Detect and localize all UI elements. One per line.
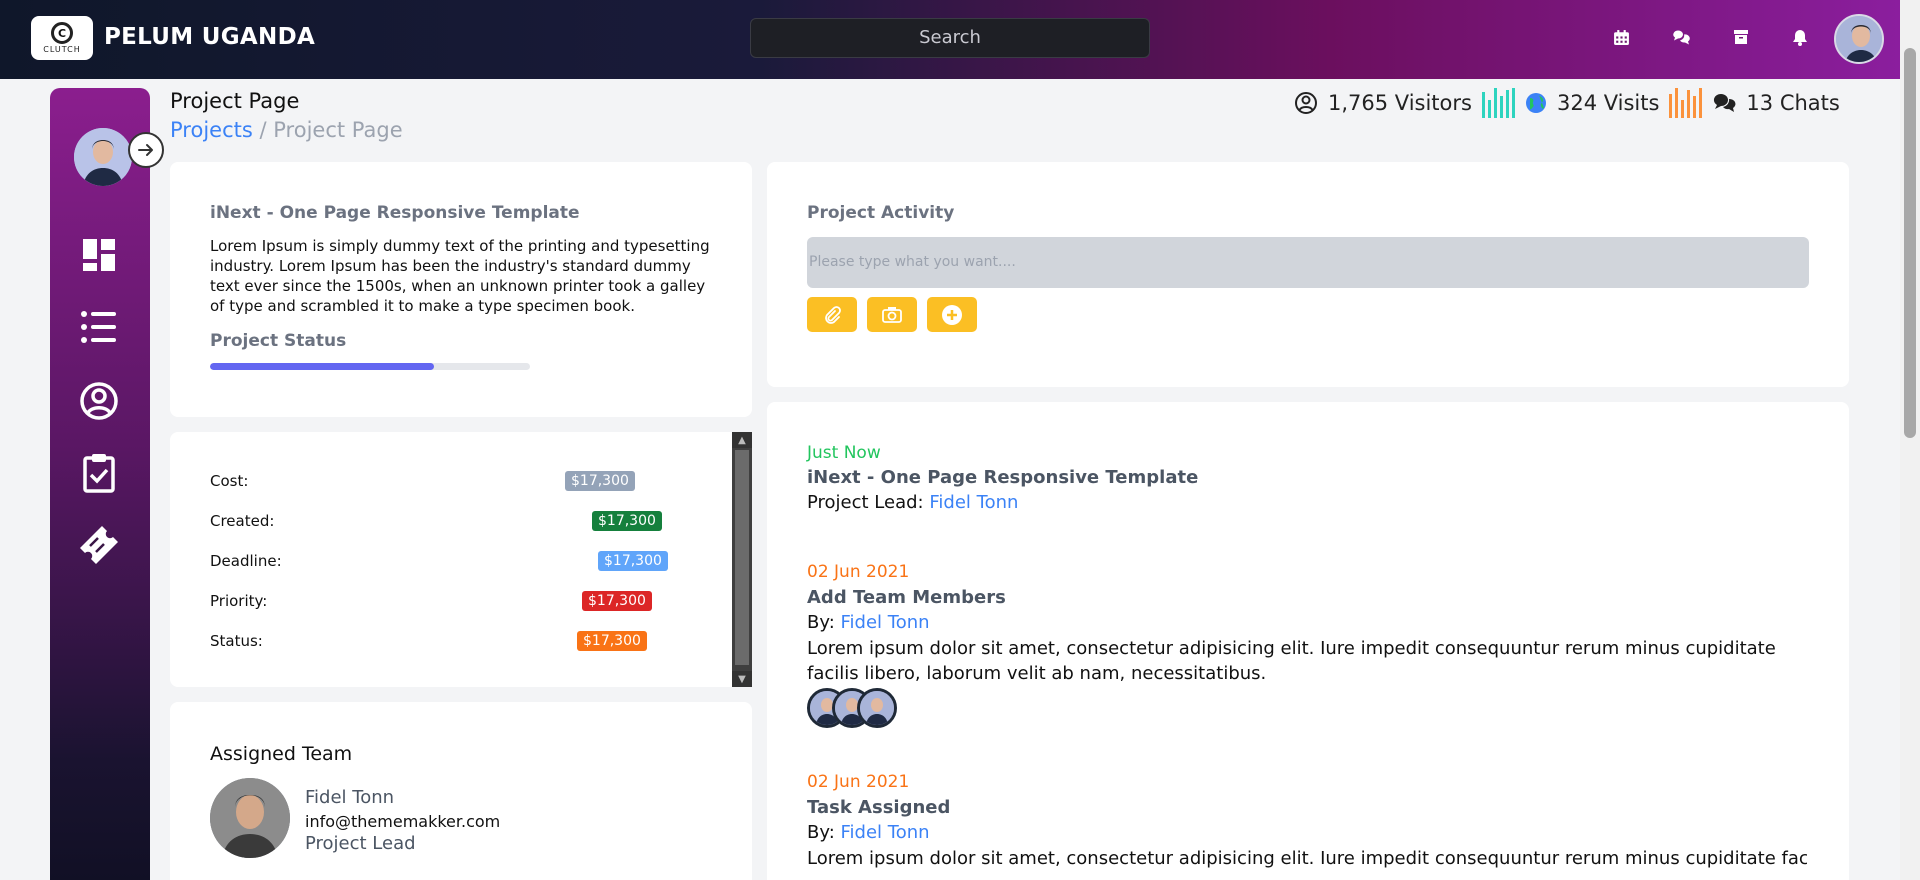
chat-icon: [1714, 93, 1736, 112]
breadcrumb-link-projects[interactable]: Projects: [170, 118, 253, 142]
project-status-progress-fill: [210, 363, 434, 370]
timeline-date: 02 Jun 2021: [807, 562, 910, 582]
scroll-down-icon[interactable]: ▼: [732, 671, 752, 687]
team-member-name[interactable]: Fidel Tonn: [305, 787, 394, 808]
stats-bar: 1,765 Visitors 324 Visits 13 Chats: [1294, 86, 1840, 120]
chat-icon[interactable]: [1671, 27, 1691, 47]
camera-button[interactable]: [867, 297, 917, 332]
timeline-title: Task Assigned: [807, 797, 951, 818]
breadcrumb-current: Project Page: [273, 118, 403, 142]
timeline-date: 02 Jun 2021: [807, 772, 910, 792]
timeline-byline-prefix: Project Lead:: [807, 492, 924, 513]
visits-sparkline: [1669, 88, 1703, 118]
meta-badge-cost: $17,300: [565, 471, 635, 491]
team-member-role: Project Lead: [305, 833, 416, 854]
add-button[interactable]: [927, 297, 977, 332]
team-member-email[interactable]: info@thememakker.com: [305, 812, 500, 831]
meta-label-cost: Cost:: [210, 472, 249, 490]
logo-c-icon: C: [51, 22, 73, 44]
page-title: Project Page: [170, 89, 300, 113]
globe-icon: [1525, 93, 1546, 113]
sidebar-toggle-button[interactable]: [128, 132, 164, 168]
timeline-byline: By: Fidel Tonn: [807, 612, 930, 633]
visits-stat: 324 Visits: [1556, 91, 1660, 115]
brand-name: PELUM UGANDA: [104, 24, 316, 50]
plus-circle-icon: [942, 304, 962, 325]
meta-scrollbar[interactable]: ▲ ▼: [732, 432, 752, 687]
attach-button[interactable]: [807, 297, 857, 332]
timeline-byline: By: Fidel Tonn: [807, 822, 930, 843]
team-member-avatar[interactable]: [857, 688, 897, 728]
meta-label-created: Created:: [210, 512, 275, 530]
brand-logo[interactable]: C CLUTCH: [31, 16, 93, 60]
page-scrollbar[interactable]: [1900, 0, 1920, 880]
project-status-label: Project Status: [210, 331, 347, 351]
assigned-team-heading: Assigned Team: [210, 743, 353, 765]
arrow-right-icon: [138, 144, 153, 156]
page-scrollbar-thumb[interactable]: [1904, 48, 1916, 438]
timeline-title: Add Team Members: [807, 587, 1006, 608]
breadcrumb: Projects / Project Page: [170, 118, 403, 142]
visitors-sparkline: [1481, 88, 1515, 118]
timeline-text: Lorem ipsum dolor sit amet, consectetur …: [807, 848, 1807, 869]
top-navbar: C CLUTCH PELUM UGANDA Search: [0, 0, 1900, 79]
meta-scrollbar-thumb[interactable]: [735, 450, 749, 665]
calendar-icon[interactable]: [1611, 27, 1631, 47]
dashboard-icon[interactable]: [78, 234, 120, 276]
meta-label-status: Status:: [210, 632, 263, 650]
activity-timeline-card: Just Now iNext - One Page Responsive Tem…: [767, 402, 1849, 880]
meta-label-priority: Priority:: [210, 592, 268, 610]
timeline-date: Just Now: [807, 443, 881, 463]
user-avatar[interactable]: [1834, 14, 1884, 64]
archive-icon[interactable]: [1731, 27, 1751, 47]
project-activity-card: Project Activity Please type what you wa…: [767, 162, 1849, 387]
visitors-stat: 1,765 Visitors: [1328, 91, 1472, 115]
activity-input[interactable]: Please type what you want....: [807, 237, 1809, 288]
meta-badge-created: $17,300: [592, 511, 662, 531]
project-meta-card: Cost: $17,300 Created: $17,300 Deadline:…: [170, 432, 752, 687]
user-circle-icon: [1295, 92, 1317, 114]
sidebar-avatar[interactable]: [74, 128, 132, 186]
search-input[interactable]: Search: [750, 18, 1150, 58]
breadcrumb-separator: /: [259, 118, 267, 142]
paperclip-icon: [825, 305, 841, 324]
timeline-byline-prefix: By:: [807, 822, 835, 843]
timeline-byline-prefix: By:: [807, 612, 835, 633]
meta-badge-deadline: $17,300: [598, 551, 668, 571]
team-member-avatar[interactable]: [210, 778, 290, 858]
bell-icon[interactable]: [1790, 27, 1810, 47]
camera-icon: [882, 307, 902, 323]
meta-label-deadline: Deadline:: [210, 552, 282, 570]
list-icon[interactable]: [78, 306, 120, 348]
project-activity-title: Project Activity: [807, 203, 955, 223]
logo-text: CLUTCH: [43, 45, 81, 54]
timeline-person-link[interactable]: Fidel Tonn: [841, 612, 930, 633]
user-circle-icon[interactable]: [78, 380, 120, 422]
meta-badge-status: $17,300: [577, 631, 647, 651]
timeline-text: Lorem ipsum dolor sit amet, consectetur …: [807, 638, 1776, 684]
project-status-progress: [210, 363, 530, 370]
sidebar: [50, 88, 164, 880]
timeline-person-link[interactable]: Fidel Tonn: [929, 492, 1018, 513]
assigned-team-card: Assigned Team Fidel Tonn info@thememakke…: [170, 702, 752, 880]
scroll-up-icon[interactable]: ▲: [732, 432, 752, 448]
clipboard-check-icon[interactable]: [78, 452, 120, 494]
timeline-person-link[interactable]: Fidel Tonn: [841, 822, 930, 843]
project-description: Lorem Ipsum is simply dummy text of the …: [210, 237, 710, 315]
timeline-title: iNext - One Page Responsive Template: [807, 467, 1199, 488]
timeline-byline: Project Lead: Fidel Tonn: [807, 492, 1018, 513]
project-title: iNext - One Page Responsive Template: [210, 203, 580, 223]
ticket-icon[interactable]: [78, 524, 120, 566]
project-info-card: iNext - One Page Responsive Template Lor…: [170, 162, 752, 417]
meta-badge-priority: $17,300: [582, 591, 652, 611]
chats-stat: 13 Chats: [1746, 91, 1840, 115]
